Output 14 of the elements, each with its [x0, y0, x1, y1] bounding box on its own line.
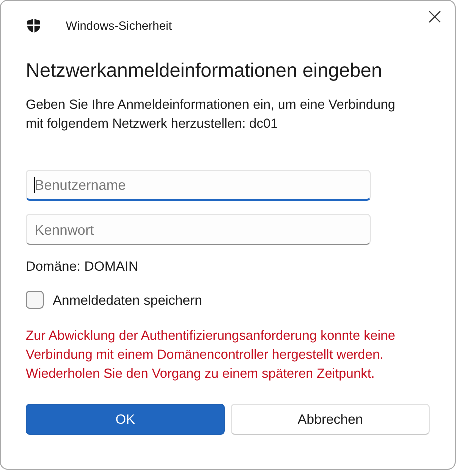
cancel-button[interactable]: Abbrechen — [231, 404, 430, 435]
text-cursor — [34, 177, 35, 193]
ok-button[interactable]: OK — [26, 404, 225, 435]
window-title: Windows-Sicherheit — [66, 19, 172, 33]
input-field[interactable]: Benutzername — [26, 170, 371, 201]
input-field[interactable]: Kennwort — [26, 214, 371, 245]
close-icon[interactable] — [428, 10, 442, 24]
checkbox[interactable] — [26, 291, 44, 309]
checkbox-label[interactable]: Anmeldedaten speichern — [53, 292, 202, 308]
domain-label: Domäne: DOMAIN — [26, 259, 140, 274]
dialog-heading: Netzwerkanmeldeinformationen eingeben — [26, 60, 384, 83]
description-text: Geben Sie Ihre Anmeldeinformationen ein, um eine Verbindung mit folgendem Netzwerk herzustellen: dc01 — [26, 96, 396, 133]
shield-icon — [26, 18, 42, 34]
error-message: Zur Abwicklung der Authentifizierungsanforderung konnte keine Verbindung mit einem Domänencontroller hergestellt werden. Wiederholen Sie den Vorgang zu einem späteren Zeitpunkt. — [26, 327, 396, 383]
